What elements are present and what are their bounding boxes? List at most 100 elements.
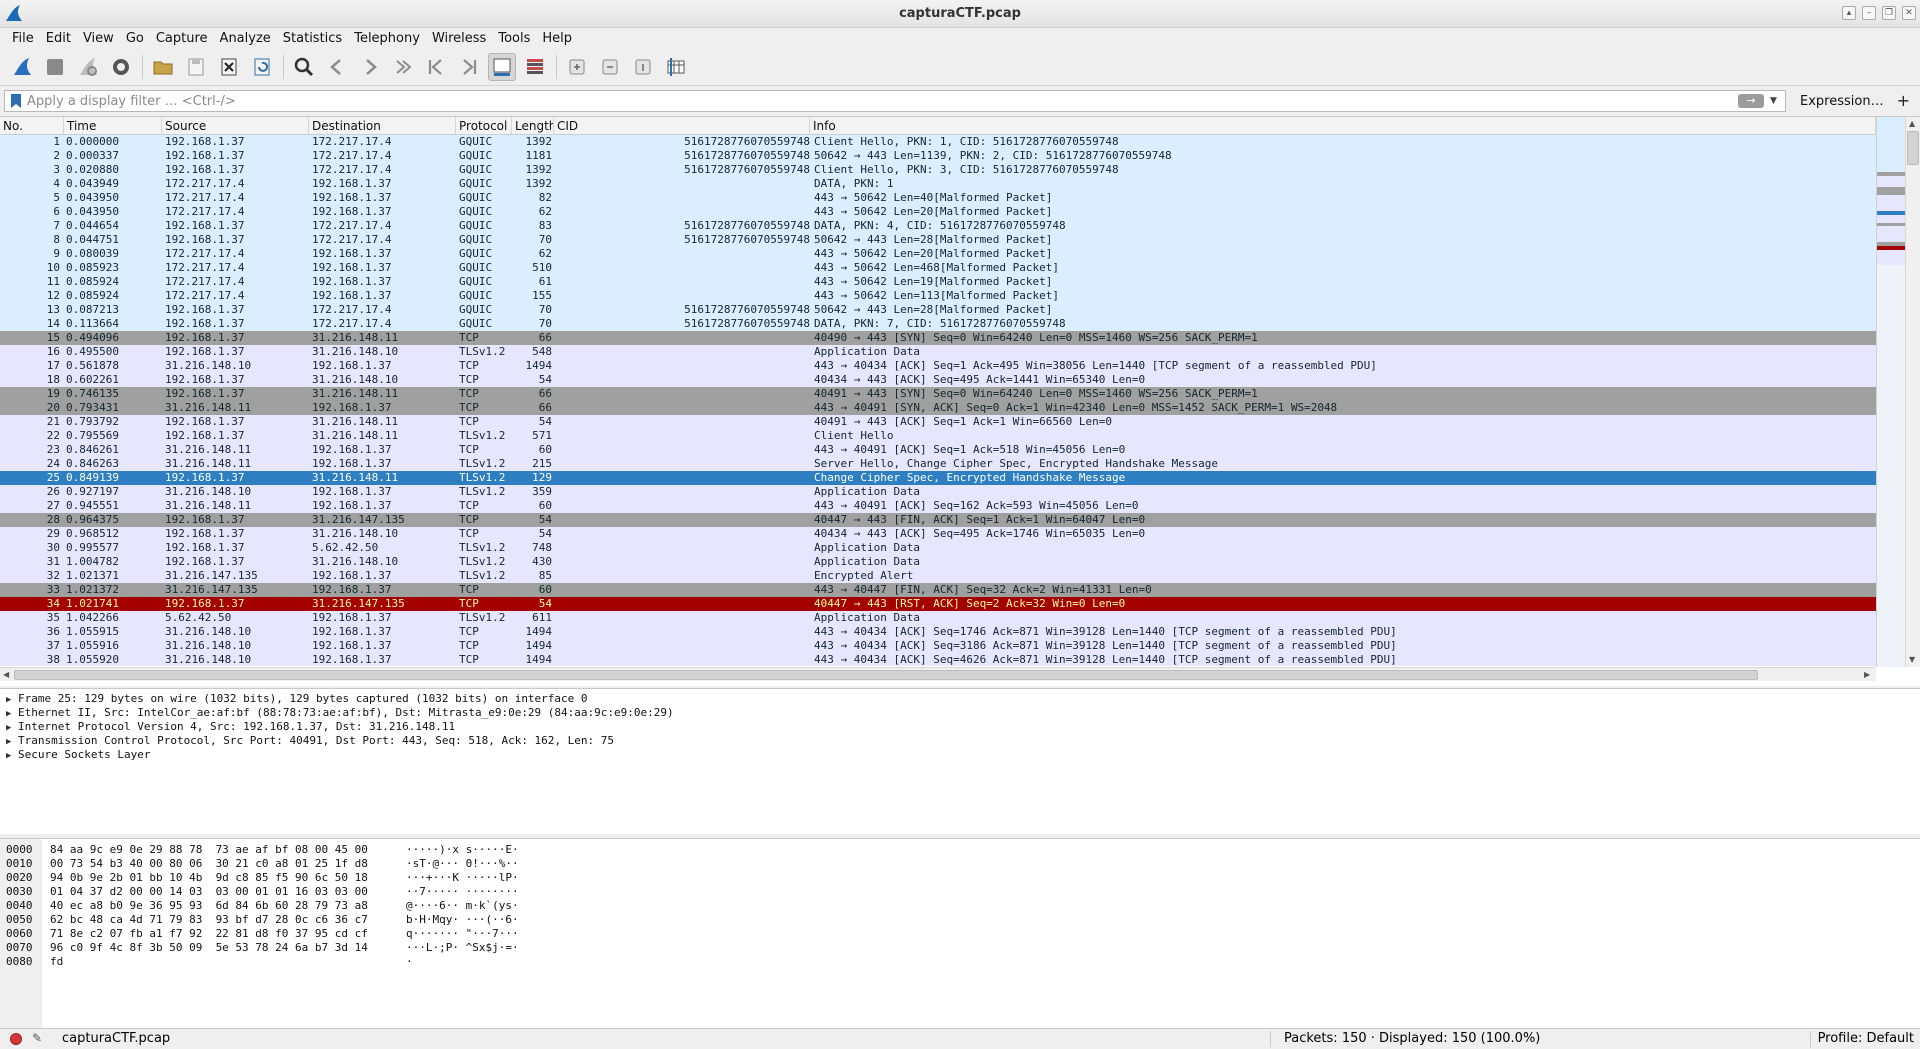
menu-file[interactable]: File: [6, 31, 40, 46]
packet-row[interactable]: 27 0.945551 31.216.148.11 192.168.1.37 TCP 60…: [0, 499, 1876, 513]
scroll-up-icon[interactable]: ▲: [1909, 119, 1915, 128]
scroll-right-icon[interactable]: ▶: [1864, 670, 1870, 679]
packet-row[interactable]: 29 0.968512 192.168.1.37 31.216.148.10 TCP 54…: [0, 527, 1876, 541]
packet-row[interactable]: 13 0.087213 192.168.1.37 172.217.17.4 GQUIC 7…: [0, 303, 1876, 317]
detail-ip[interactable]: ▶ Internet Protocol Version 4, Src: 192.1…: [0, 720, 1920, 734]
column-header-time[interactable]: Time: [64, 117, 162, 135]
go-forward-button[interactable]: [356, 53, 384, 81]
window-minimize-button[interactable]: –: [1862, 6, 1876, 20]
vertical-scroll-thumb[interactable]: [1907, 131, 1919, 165]
expression-button[interactable]: Expression…: [1800, 94, 1884, 109]
packet-row[interactable]: 18 0.602261 192.168.1.37 31.216.148.10 TCP 54…: [0, 373, 1876, 387]
menu-help[interactable]: Help: [536, 31, 578, 46]
packet-row[interactable]: 34 1.021741 192.168.1.37 31.216.147.135 TCP 5…: [0, 597, 1876, 611]
expand-triangle-icon[interactable]: ▶: [6, 721, 18, 735]
expand-triangle-icon[interactable]: ▶: [6, 735, 18, 749]
packet-row[interactable]: 19 0.746135 192.168.1.37 31.216.148.11 TCP 66…: [0, 387, 1876, 401]
packet-row[interactable]: 33 1.021372 31.216.147.135 192.168.1.37 TCP 6…: [0, 583, 1876, 597]
detail-ssl[interactable]: ▶ Secure Sockets Layer: [0, 748, 1920, 762]
capture-comment-icon[interactable]: ✎: [32, 1031, 42, 1045]
apply-filter-button[interactable]: →: [1738, 94, 1764, 108]
packet-row[interactable]: 23 0.846261 31.216.148.11 192.168.1.37 TCP 60…: [0, 443, 1876, 457]
packet-row[interactable]: 37 1.055916 31.216.148.10 192.168.1.37 TCP 14…: [0, 639, 1876, 653]
expand-triangle-icon[interactable]: ▶: [6, 693, 18, 707]
packet-row[interactable]: 7 0.044654 192.168.1.37 172.217.17.4 GQUIC 83…: [0, 219, 1876, 233]
packet-row[interactable]: 5 0.043950 172.217.17.4 192.168.1.37 GQUIC 82…: [0, 191, 1876, 205]
packet-row[interactable]: 38 1.055920 31.216.148.10 192.168.1.37 TCP 14…: [0, 653, 1876, 666]
packet-minimap[interactable]: [1877, 117, 1905, 667]
expert-info-icon[interactable]: [10, 1033, 22, 1045]
column-header-no[interactable]: No.: [0, 117, 64, 135]
window-close-button[interactable]: ✕: [1902, 6, 1916, 20]
detail-tcp[interactable]: ▶ Transmission Control Protocol, Src Port…: [0, 734, 1920, 748]
find-packet-button[interactable]: [290, 53, 318, 81]
packet-list-scrollbar[interactable]: ▲ ▼: [1876, 117, 1920, 667]
vertical-scroll-track[interactable]: [1905, 117, 1920, 667]
packet-row[interactable]: 32 1.021371 31.216.147.135 192.168.1.37 TLSv…: [0, 569, 1876, 583]
menu-capture[interactable]: Capture: [150, 31, 214, 46]
packet-row[interactable]: 25 0.849139 192.168.1.37 31.216.148.11 TLSv1…: [0, 471, 1876, 485]
close-file-button[interactable]: [215, 53, 243, 81]
packet-row[interactable]: 36 1.055915 31.216.148.10 192.168.1.37 TCP 14…: [0, 625, 1876, 639]
column-header-destination[interactable]: Destination: [309, 117, 456, 135]
packet-row[interactable]: 6 0.043950 172.217.17.4 192.168.1.37 GQUIC 62…: [0, 205, 1876, 219]
window-maximize-button[interactable]: ❐: [1882, 6, 1896, 20]
filter-history-dropdown[interactable]: ▼: [1770, 96, 1782, 106]
packet-row[interactable]: 14 0.113664 192.168.1.37 172.217.17.4 GQUIC 7…: [0, 317, 1876, 331]
add-filter-button[interactable]: +: [1897, 91, 1910, 110]
column-header-protocol[interactable]: Protocol: [456, 117, 512, 135]
packet-row[interactable]: 10 0.085923 172.217.17.4 192.168.1.37 GQUIC 5…: [0, 261, 1876, 275]
packet-row[interactable]: 2 0.000337 192.168.1.37 172.217.17.4 GQUIC 11…: [0, 149, 1876, 163]
packet-row[interactable]: 1 0.000000 192.168.1.37 172.217.17.4 GQUIC 13…: [0, 135, 1876, 149]
last-packet-button[interactable]: [455, 53, 483, 81]
packet-row[interactable]: 8 0.044751 192.168.1.37 172.217.17.4 GQUIC 70…: [0, 233, 1876, 247]
scroll-down-icon[interactable]: ▼: [1909, 655, 1915, 664]
packet-row[interactable]: 17 0.561878 31.216.148.10 192.168.1.37 TCP 14…: [0, 359, 1876, 373]
packet-row[interactable]: 11 0.085924 172.217.17.4 192.168.1.37 GQUIC 6…: [0, 275, 1876, 289]
display-filter-input[interactable]: [27, 93, 1738, 109]
packet-row[interactable]: 12 0.085924 172.217.17.4 192.168.1.37 GQUIC 1…: [0, 289, 1876, 303]
window-shade-button[interactable]: ▴: [1842, 6, 1856, 20]
packet-row[interactable]: 21 0.793792 192.168.1.37 31.216.148.11 TCP 54…: [0, 415, 1876, 429]
menu-wireless[interactable]: Wireless: [426, 31, 492, 46]
packet-row[interactable]: 26 0.927197 31.216.148.10 192.168.1.37 TLSv1…: [0, 485, 1876, 499]
first-packet-button[interactable]: [422, 53, 450, 81]
scroll-left-icon[interactable]: ◀: [3, 670, 9, 679]
packet-row[interactable]: 24 0.846263 31.216.148.11 192.168.1.37 TLSv1…: [0, 457, 1876, 471]
column-header-source[interactable]: Source: [162, 117, 309, 135]
menu-statistics[interactable]: Statistics: [277, 31, 348, 46]
packet-row[interactable]: 28 0.964375 192.168.1.37 31.216.147.135 TCP 5…: [0, 513, 1876, 527]
capture-options-button[interactable]: [107, 53, 135, 81]
start-capture-button[interactable]: [8, 53, 36, 81]
menu-tools[interactable]: Tools: [492, 31, 536, 46]
open-file-button[interactable]: [149, 53, 177, 81]
packet-row[interactable]: 35 1.042266 5.62.42.50 192.168.1.37 TLSv1.2 6…: [0, 611, 1876, 625]
packet-row[interactable]: 20 0.793431 31.216.148.11 192.168.1.37 TCP 66…: [0, 401, 1876, 415]
menu-view[interactable]: View: [77, 31, 120, 46]
horizontal-scrollbar[interactable]: ◀ ▶: [0, 667, 1876, 681]
column-header-info[interactable]: Info: [810, 117, 1876, 135]
menu-analyze[interactable]: Analyze: [214, 31, 277, 46]
bookmark-icon[interactable]: [9, 93, 23, 109]
reload-file-button[interactable]: [248, 53, 276, 81]
packet-row[interactable]: 9 0.080039 172.217.17.4 192.168.1.37 GQUIC 62…: [0, 247, 1876, 261]
autoscroll-button[interactable]: [488, 52, 516, 81]
column-header-cid[interactable]: CID: [554, 117, 810, 135]
packet-row[interactable]: 22 0.795569 192.168.1.37 31.216.148.11 TLSv1…: [0, 429, 1876, 443]
zoom-in-button[interactable]: [563, 53, 591, 81]
zoom-out-button[interactable]: [596, 53, 624, 81]
column-header-length[interactable]: Length: [512, 117, 554, 135]
normal-size-button[interactable]: [629, 53, 657, 81]
menu-edit[interactable]: Edit: [40, 31, 77, 46]
go-back-button[interactable]: [323, 53, 351, 81]
expand-triangle-icon[interactable]: ▶: [6, 749, 18, 763]
packet-row[interactable]: 31 1.004782 192.168.1.37 31.216.148.10 TLSv1…: [0, 555, 1876, 569]
stop-capture-button[interactable]: [41, 53, 69, 81]
menu-telephony[interactable]: Telephony: [348, 31, 426, 46]
colorize-button[interactable]: [521, 53, 549, 81]
save-file-button[interactable]: [182, 53, 210, 81]
packet-row[interactable]: 30 0.995577 192.168.1.37 5.62.42.50 TLSv1.2 7…: [0, 541, 1876, 555]
packet-row[interactable]: 4 0.043949 172.217.17.4 192.168.1.37 GQUIC 13…: [0, 177, 1876, 191]
packet-row[interactable]: 3 0.020880 192.168.1.37 172.217.17.4 GQUIC 13…: [0, 163, 1876, 177]
detail-frame[interactable]: ▶ Frame 25: 129 bytes on wire (1032 bits)…: [0, 692, 1920, 706]
